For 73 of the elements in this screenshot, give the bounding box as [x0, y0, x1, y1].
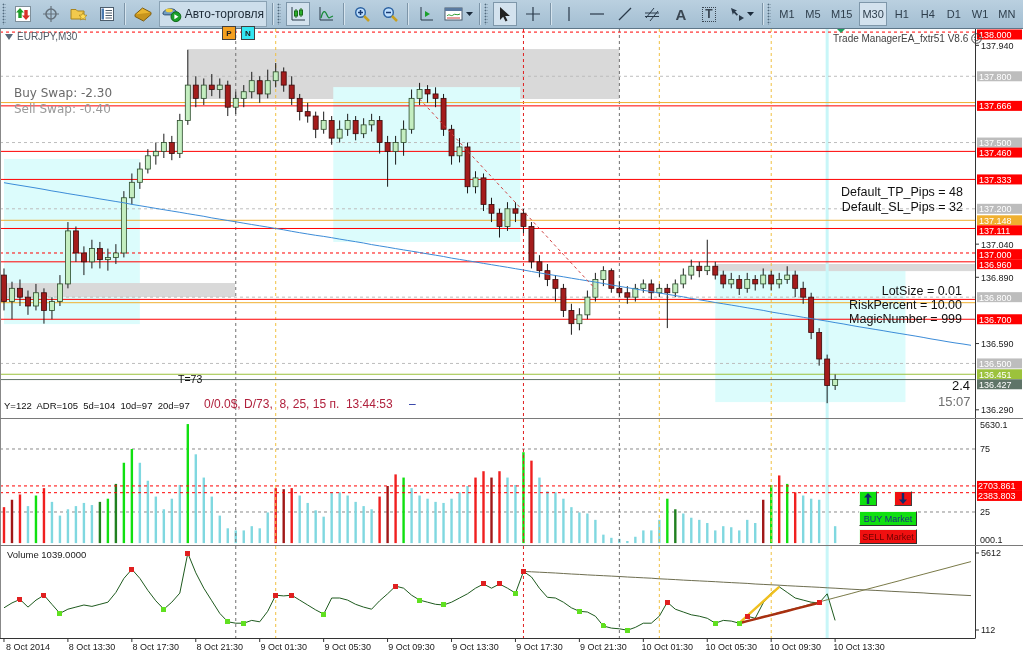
- ref-line-label: 136.700: [979, 314, 1012, 325]
- symbol-label: EURJPY,M30: [17, 31, 78, 42]
- price-tag: 136.700: [977, 314, 1022, 325]
- ref-line-label: 136.800: [979, 292, 1012, 303]
- price-tag: 137.148: [977, 215, 1022, 226]
- ref-line-label: 137.800: [979, 71, 1012, 82]
- price-axis-label: 137.040: [981, 239, 1014, 250]
- ref-line-label: 137.148: [979, 215, 1012, 226]
- ref-line-label: 137.200: [979, 204, 1012, 215]
- time-label: 9 Oct 09:30: [388, 642, 435, 652]
- range-stats: Y=122 ADR=105 5d=104 10d=97 20d=97: [4, 400, 190, 411]
- price-tag: 136.500: [977, 358, 1022, 369]
- axis-label: 5612: [981, 548, 1002, 559]
- axis-label: 25: [980, 507, 990, 518]
- time-label: 8 Oct 13:30: [68, 642, 116, 652]
- level-tag: 2383.803: [977, 490, 1022, 502]
- ref-line-label: 2383.803: [978, 491, 1016, 502]
- ref-line-label: 136.427: [979, 379, 1012, 390]
- ref-line-label: 137.460: [979, 147, 1012, 158]
- indicator-label: Volume 1039.0000: [7, 549, 87, 560]
- time-label: 9 Oct 05:30: [324, 642, 371, 652]
- price-tag: 137.333: [977, 174, 1022, 185]
- spread-value: 2.4: [951, 378, 970, 393]
- time-label: 10 Oct 01:30: [641, 642, 694, 652]
- level-tag: 2703.861: [977, 480, 1022, 492]
- price-tag: 136.800: [977, 292, 1022, 303]
- price-tag: 137.800: [977, 71, 1022, 82]
- ref-line-label: 137.333: [979, 174, 1012, 185]
- price-tag: 137.000: [977, 249, 1022, 260]
- time-label: 9 Oct 01:30: [260, 642, 307, 652]
- expert-advisor-label: Trade ManagerEA_fxtr51 V8.6: [833, 33, 969, 44]
- price-tag: 137.500: [977, 137, 1022, 148]
- time-label: 9 Oct 17:30: [516, 642, 563, 652]
- price-tag: 136.427: [977, 379, 1022, 390]
- price-tag: 137.666: [977, 100, 1022, 112]
- status-dash: –: [409, 397, 416, 411]
- setting-text: LotSize = 0.01: [881, 284, 962, 298]
- time-label: 8 Oct 21:30: [196, 642, 244, 652]
- axis-label: 112: [981, 625, 996, 636]
- time-label: 9 Oct 13:30: [452, 642, 499, 652]
- swap-text: Buy Swap: -2.30: [14, 85, 113, 101]
- ref-line-label: 2703.861: [978, 481, 1016, 492]
- price-axis-label: 136.590: [981, 338, 1014, 349]
- price-tag: 136.451: [977, 369, 1022, 380]
- time-label: 10 Oct 13:30: [833, 642, 885, 652]
- ref-line-label: 136.451: [979, 369, 1012, 380]
- ref-line-label: 137.666: [979, 101, 1012, 112]
- price-tag: 137.460: [977, 147, 1022, 158]
- price-axis-label: 137.940: [981, 40, 1014, 51]
- price-tag: 136.960: [977, 259, 1022, 270]
- ref-line-label: 137.111: [979, 225, 1011, 236]
- time-label: 10 Oct 05:30: [705, 642, 757, 652]
- axis-label: 5630.1: [980, 419, 1008, 430]
- time-label: 10 Oct 09:30: [769, 642, 821, 652]
- price-tag: 137.111: [977, 225, 1022, 236]
- ref-line-label: 136.960: [979, 259, 1012, 270]
- price-tag: 138.000: [977, 29, 1022, 40]
- price-tag: 137.200: [977, 203, 1022, 215]
- ref-line-label: 137.000: [979, 249, 1012, 260]
- price-axis-label: 136.890: [981, 272, 1014, 283]
- account-status: 0/0.0$, D/73, 8, 25, 15 п. 13:44:53: [204, 397, 393, 411]
- bar-countdown: 15:07: [938, 394, 971, 409]
- axis-label: 75: [980, 444, 990, 455]
- time-label: 9 Oct 21:30: [580, 642, 627, 652]
- time-label: 8 Oct 17:30: [132, 642, 180, 652]
- price-axis-label: 136.290: [981, 405, 1014, 416]
- axis-label: 000.1: [980, 535, 1003, 545]
- ref-line-label: 137.500: [979, 137, 1012, 148]
- ref-line-label: 136.500: [979, 358, 1012, 369]
- ref-line-label: 138.000: [979, 29, 1012, 40]
- setting-text: Default_TP_Pips = 48: [841, 185, 963, 200]
- setting-text: Default_SL_Pips = 32: [841, 200, 963, 215]
- time-label: 8 Oct 2014: [5, 642, 50, 652]
